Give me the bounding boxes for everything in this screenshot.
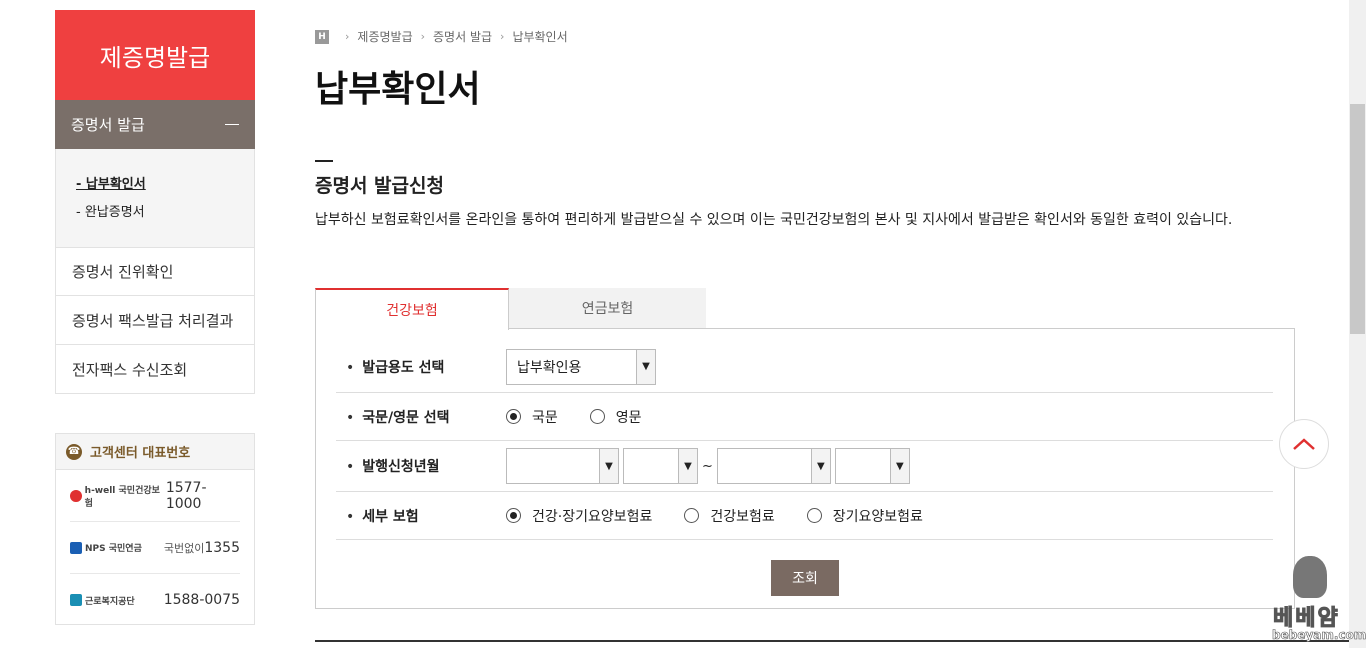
start-year-select[interactable]: ▼ bbox=[506, 448, 619, 484]
nps-logo: NPS 국민연금 bbox=[70, 541, 142, 554]
end-year-select[interactable]: ▼ bbox=[716, 448, 831, 484]
home-icon[interactable]: H bbox=[315, 29, 329, 44]
cs-row-comwel: 근로복지공단 1588-0075 bbox=[70, 574, 240, 626]
chevron-down-icon: ▼ bbox=[599, 449, 618, 483]
detail-label: 세부 보험 bbox=[336, 506, 506, 526]
purpose-select-value: 납부확인용 bbox=[517, 359, 582, 376]
row-period: 발행신청년월 ▼ ▼ ~ ▼ ▼ bbox=[336, 441, 1273, 492]
insurance-tabs: 건강보험 연금보험 bbox=[315, 288, 706, 330]
search-button[interactable]: 조회 bbox=[771, 560, 839, 596]
radio-unchecked-icon bbox=[589, 409, 605, 424]
sidebar-item-efax-inbox[interactable]: 전자팩스 수신조회 bbox=[55, 345, 255, 394]
watermark-url: bebeyam.com bbox=[1272, 628, 1366, 643]
cs-number: 국번없이1355 bbox=[163, 539, 240, 556]
sidebar-submenu-toggle[interactable]: 증명서 발급 bbox=[55, 100, 255, 149]
purpose-label: 발급용도 선택 bbox=[336, 357, 506, 377]
radio-health-ltc[interactable]: 건강·장기요양보험료 bbox=[506, 506, 652, 526]
cs-number: 1588-0075 bbox=[163, 592, 240, 608]
dog-watermark-image bbox=[1293, 556, 1327, 598]
purpose-select[interactable]: 납부확인용 ▼ bbox=[506, 348, 656, 385]
language-label: 국문/영문 선택 bbox=[336, 407, 506, 427]
chevron-down-icon: ▼ bbox=[678, 449, 697, 483]
sidebar-submenu-label: 증명서 발급 bbox=[71, 116, 145, 134]
radio-korean[interactable]: 국문 bbox=[506, 407, 558, 427]
watermark: 베베얌 bebeyam.com bbox=[1268, 556, 1366, 646]
nhis-logo: h-well 국민건강보험 bbox=[70, 483, 166, 509]
section-divider bbox=[315, 160, 333, 162]
radio-ltc[interactable]: 장기요양보험료 bbox=[806, 506, 923, 526]
chevron-up-icon bbox=[1293, 438, 1315, 450]
chevron-right-icon: › bbox=[420, 30, 426, 43]
radio-english[interactable]: 영문 bbox=[589, 407, 642, 427]
cs-row-nhis: h-well 국민건강보험 1577-1000 bbox=[70, 470, 240, 522]
sidebar-header[interactable]: 제증명발급 bbox=[55, 10, 255, 100]
section-title: 증명서 발급신청 bbox=[315, 175, 444, 197]
issue-form: 발급용도 선택 납부확인용 ▼ 국문/영문 선택 국문 영문 발행신청년월 ▼ … bbox=[315, 328, 1295, 609]
chevron-down-icon: ▼ bbox=[889, 449, 909, 483]
customer-center-title: ☎ 고객센터 대표번호 bbox=[56, 434, 254, 470]
chevron-down-icon: ▼ bbox=[810, 449, 830, 483]
sidebar-item-verify[interactable]: 증명서 진위확인 bbox=[55, 247, 255, 296]
period-label: 발행신청년월 bbox=[336, 456, 506, 476]
sidebar-subitems: - 납부확인서 - 완납증명서 bbox=[55, 149, 255, 247]
radio-unchecked-icon bbox=[684, 508, 700, 523]
range-separator: ~ bbox=[702, 458, 713, 474]
scrollbar-thumb[interactable] bbox=[1350, 104, 1365, 334]
sidebar-subitem-full-payment[interactable]: - 완납증명서 bbox=[76, 199, 254, 227]
minus-icon bbox=[225, 124, 239, 125]
radio-health-ltc-label: 건강·장기요양보험료 bbox=[532, 508, 653, 525]
radio-korean-label: 국문 bbox=[532, 409, 558, 426]
table-top-border bbox=[315, 640, 1365, 642]
row-language: 국문/영문 선택 국문 영문 bbox=[336, 393, 1273, 441]
cs-number: 1577-1000 bbox=[165, 479, 207, 512]
radio-ltc-label: 장기요양보험료 bbox=[832, 508, 923, 525]
radio-english-label: 영문 bbox=[615, 409, 642, 426]
breadcrumb-item[interactable]: 제증명발급 bbox=[357, 28, 412, 45]
row-purpose: 발급용도 선택 납부확인용 ▼ bbox=[336, 341, 1273, 393]
comwel-logo: 근로복지공단 bbox=[70, 594, 135, 607]
radio-health[interactable]: 건강보험료 bbox=[684, 506, 775, 526]
chevron-down-icon: ▼ bbox=[636, 349, 655, 384]
customer-center-title-text: 고객센터 대표번호 bbox=[90, 446, 191, 461]
cs-row-nps: NPS 국민연금 국번없이1355 bbox=[70, 522, 240, 574]
chevron-right-icon: › bbox=[345, 30, 350, 43]
scroll-top-button[interactable] bbox=[1279, 419, 1329, 469]
phone-icon: ☎ bbox=[66, 443, 82, 460]
row-detail: 세부 보험 건강·장기요양보험료 건강보험료 장기요양보험료 bbox=[336, 492, 1273, 540]
sidebar: 제증명발급 증명서 발급 - 납부확인서 - 완납증명서 증명서 진위확인 증명… bbox=[55, 10, 255, 394]
tab-health-insurance[interactable]: 건강보험 bbox=[315, 288, 509, 330]
radio-checked-icon bbox=[506, 508, 521, 523]
sidebar-item-fax-result[interactable]: 증명서 팩스발급 처리결과 bbox=[55, 296, 255, 345]
page-title: 납부확인서 bbox=[315, 69, 481, 110]
customer-center-box: ☎ 고객센터 대표번호 h-well 국민건강보험 1577-1000 NPS … bbox=[55, 433, 255, 625]
breadcrumb-item[interactable]: 납부확인서 bbox=[512, 28, 567, 45]
sidebar-subitem-payment-confirmation[interactable]: - 납부확인서 bbox=[76, 171, 254, 199]
radio-checked-icon bbox=[506, 409, 521, 424]
section-description: 납부하신 보험료확인서를 온라인을 통하여 편리하게 발급받으실 수 있으며 이… bbox=[315, 212, 1233, 228]
breadcrumb-item[interactable]: 증명서 발급 bbox=[433, 28, 492, 45]
chevron-right-icon: › bbox=[500, 30, 505, 43]
end-month-select[interactable]: ▼ bbox=[834, 448, 910, 484]
tab-pension-insurance[interactable]: 연금보험 bbox=[509, 288, 706, 329]
radio-unchecked-icon bbox=[806, 508, 822, 523]
start-month-select[interactable]: ▼ bbox=[623, 448, 698, 484]
breadcrumb: H › 제증명발급 › 증명서 발급 › 납부확인서 bbox=[315, 28, 568, 45]
radio-health-label: 건강보험료 bbox=[710, 508, 775, 525]
